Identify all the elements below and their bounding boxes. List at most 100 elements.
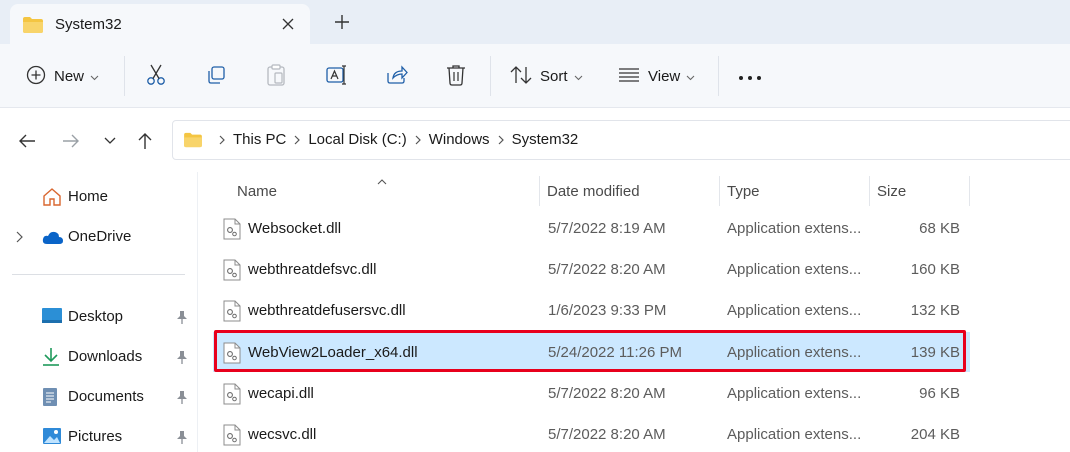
file-row[interactable]: webthreatdefusersvc.dll 1/6/2023 9:33 PM… [213, 290, 970, 330]
chevron-right-icon [415, 135, 421, 145]
dll-file-icon [223, 300, 241, 325]
breadcrumb-local-disk[interactable]: Local Disk (C:) [308, 131, 406, 148]
plus-icon[interactable] [330, 10, 354, 34]
file-row[interactable]: wecsvc.dll 5/7/2022 8:20 AM Application … [213, 414, 970, 452]
cloud-icon [42, 227, 63, 247]
column-header-date[interactable]: Date modified [547, 183, 640, 200]
dll-file-icon [223, 218, 241, 243]
plus-circle-icon [26, 65, 46, 88]
file-size: 204 KB [910, 426, 960, 443]
file-size: 132 KB [910, 302, 960, 319]
column-header-name[interactable]: Name [237, 183, 277, 200]
breadcrumb-this-pc[interactable]: This PC [233, 131, 286, 148]
new-label: New [54, 67, 85, 85]
file-name: wecapi.dll [248, 385, 314, 402]
file-type: Application extens... [727, 385, 862, 402]
tab-system32[interactable]: System32 [10, 4, 310, 44]
pin-icon[interactable] [176, 350, 188, 367]
cut-button[interactable] [146, 62, 166, 90]
column-header-row: Name Date modified Type Size [199, 172, 1070, 208]
download-icon [42, 347, 62, 367]
sidebar-item-home[interactable]: Home [0, 178, 198, 214]
close-icon[interactable] [276, 12, 300, 36]
chevron-down-icon [574, 68, 583, 84]
column-divider[interactable] [969, 176, 970, 206]
recent-locations-chevron-icon[interactable] [99, 130, 121, 152]
home-icon [42, 187, 62, 207]
column-divider[interactable] [719, 176, 720, 206]
more-button[interactable] [738, 62, 762, 90]
column-header-type[interactable]: Type [727, 183, 760, 200]
file-type: Application extens... [727, 344, 862, 361]
title-bar: System32 [0, 0, 1070, 44]
column-divider[interactable] [539, 176, 540, 206]
sidebar-item-label: OneDrive [68, 228, 132, 245]
file-row[interactable]: webthreatdefsvc.dll 5/7/2022 8:20 AM App… [213, 249, 970, 289]
copy-icon [206, 65, 226, 88]
chevron-down-icon [90, 68, 99, 84]
column-header-size[interactable]: Size [877, 183, 906, 200]
share-button[interactable] [386, 62, 408, 90]
chevron-right-icon [294, 135, 301, 145]
copy-button[interactable] [206, 62, 226, 90]
sidebar-item-desktop[interactable]: Desktop [0, 298, 198, 334]
file-name: webthreatdefusersvc.dll [248, 302, 406, 319]
sidebar-divider [12, 274, 185, 275]
pin-icon[interactable] [176, 430, 188, 447]
dll-file-icon [223, 259, 241, 284]
file-date: 5/7/2022 8:20 AM [548, 426, 666, 443]
file-size: 160 KB [910, 261, 960, 278]
file-row-selected[interactable]: WebView2Loader_x64.dll 5/24/2022 11:26 P… [213, 332, 970, 372]
sort-label: Sort [540, 67, 568, 85]
view-button[interactable]: View [618, 62, 695, 90]
file-size: 139 KB [910, 344, 960, 361]
new-button[interactable]: New [26, 62, 99, 90]
chevron-right-icon[interactable] [16, 230, 23, 246]
rename-icon [326, 64, 348, 88]
file-type: Application extens... [727, 302, 862, 319]
file-name: wecsvc.dll [248, 426, 317, 443]
more-icon [738, 68, 762, 84]
document-icon [42, 387, 62, 407]
column-divider[interactable] [869, 176, 870, 206]
chevron-right-icon [219, 135, 225, 145]
file-name: Websocket.dll [248, 220, 342, 237]
breadcrumb-system32[interactable]: System32 [512, 131, 579, 148]
back-arrow-icon[interactable] [16, 130, 38, 152]
desktop-icon [42, 307, 62, 327]
file-row[interactable]: wecapi.dll 5/7/2022 8:20 AM Application … [213, 373, 970, 413]
pin-icon[interactable] [176, 310, 188, 327]
share-icon [386, 64, 408, 88]
file-name: webthreatdefsvc.dll [248, 261, 377, 278]
pin-icon[interactable] [176, 390, 188, 407]
rename-button[interactable] [326, 62, 348, 90]
forward-arrow-icon[interactable] [60, 130, 82, 152]
sidebar-item-documents[interactable]: Documents [0, 378, 198, 414]
view-label: View [648, 67, 681, 85]
up-arrow-icon[interactable] [134, 130, 156, 152]
paste-button[interactable] [266, 62, 286, 90]
cut-icon [146, 64, 166, 89]
file-row[interactable]: Websocket.dll 5/7/2022 8:19 AM Applicati… [213, 208, 970, 248]
pictures-icon [42, 427, 62, 447]
file-type: Application extens... [727, 426, 862, 443]
delete-button[interactable] [446, 62, 466, 90]
sort-button[interactable]: Sort [510, 62, 583, 90]
address-bar[interactable]: This PC Local Disk (C:) Windows System32 [172, 120, 1070, 160]
sidebar-item-onedrive[interactable]: OneDrive [0, 218, 198, 254]
paste-icon [266, 63, 286, 89]
file-type: Application extens... [727, 220, 862, 237]
file-date: 1/6/2023 9:33 PM [548, 302, 667, 319]
navigation-bar: This PC Local Disk (C:) Windows System32 [0, 108, 1070, 172]
dll-file-icon [223, 342, 241, 367]
file-date: 5/7/2022 8:20 AM [548, 385, 666, 402]
sort-ascending-icon [377, 172, 387, 189]
folder-icon [22, 16, 44, 37]
delete-icon [446, 64, 466, 89]
sidebar-item-downloads[interactable]: Downloads [0, 338, 198, 374]
sidebar-item-label: Pictures [68, 428, 123, 445]
breadcrumb-windows[interactable]: Windows [429, 131, 490, 148]
file-date: 5/7/2022 8:20 AM [548, 261, 666, 278]
sort-icon [510, 65, 532, 88]
sidebar-item-pictures[interactable]: Pictures [0, 418, 198, 452]
